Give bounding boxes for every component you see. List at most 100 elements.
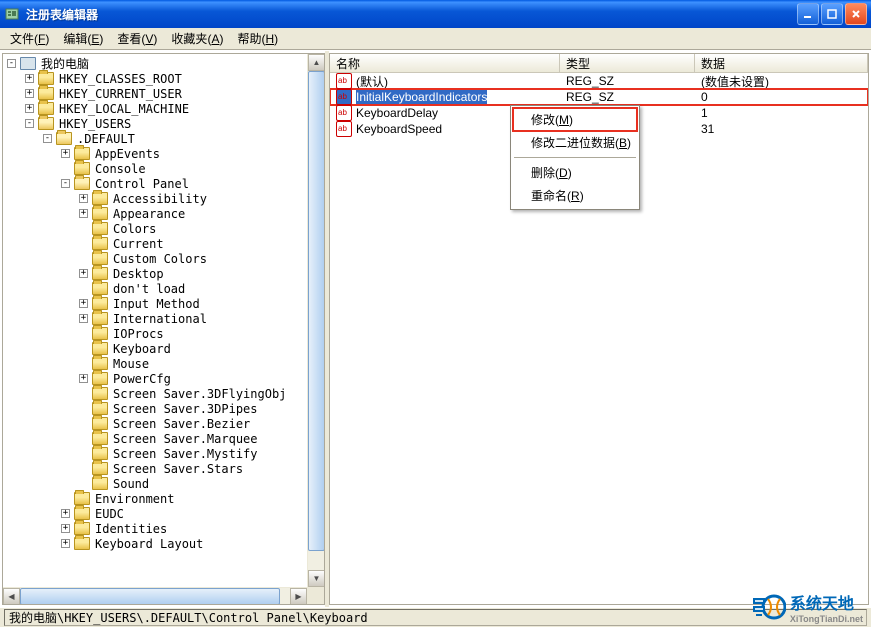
menu-view[interactable]: 查看(V) bbox=[111, 28, 163, 49]
list-pane[interactable]: 名称 类型 数据 (默认)REG_SZ(数值未设置)InitialKeyboar… bbox=[329, 53, 869, 605]
tree-toggle[interactable]: - bbox=[43, 134, 52, 143]
tree-label: Appearance bbox=[111, 207, 187, 221]
window-title: 注册表编辑器 bbox=[26, 6, 797, 23]
folder-icon bbox=[74, 162, 90, 175]
tree-toggle[interactable]: + bbox=[61, 539, 70, 548]
tree-scrollbar-v[interactable]: ▲ ▼ bbox=[307, 54, 324, 587]
col-header-name[interactable]: 名称 bbox=[330, 54, 560, 72]
tree-node-keyboardLayout[interactable]: +Keyboard Layout bbox=[5, 536, 322, 551]
tree-node-ss3dfly[interactable]: Screen Saver.3DFlyingObj bbox=[5, 386, 322, 401]
tree-node-mouse[interactable]: Mouse bbox=[5, 356, 322, 371]
tree-toggle[interactable]: + bbox=[79, 314, 88, 323]
cell-data: 1 bbox=[695, 106, 865, 120]
ctx-delete[interactable]: 删除(D) bbox=[513, 161, 637, 184]
folder-icon bbox=[92, 387, 108, 400]
tree-toggle[interactable]: + bbox=[79, 209, 88, 218]
tree-node-sound[interactable]: Sound bbox=[5, 476, 322, 491]
tree-toggle bbox=[79, 254, 88, 263]
ctx-modify-binary[interactable]: 修改二进位数据(B) bbox=[513, 131, 637, 154]
tree-toggle[interactable]: + bbox=[25, 89, 34, 98]
scroll-left-button[interactable]: ◀ bbox=[3, 588, 20, 605]
tree-node-ss3dpipes[interactable]: Screen Saver.3DPipes bbox=[5, 401, 322, 416]
close-button[interactable] bbox=[845, 3, 867, 25]
folder-icon bbox=[92, 372, 108, 385]
tree-node-appEvents[interactable]: +AppEvents bbox=[5, 146, 322, 161]
tree-node-dontLoad[interactable]: don't load bbox=[5, 281, 322, 296]
tree-toggle[interactable]: + bbox=[61, 524, 70, 533]
menu-edit[interactable]: 编辑(E) bbox=[57, 28, 109, 49]
tree-toggle[interactable]: - bbox=[61, 179, 70, 188]
tree-node-appearance[interactable]: + Appearance bbox=[5, 206, 322, 221]
cell-data: 0 bbox=[695, 90, 865, 104]
tree-node-ssMarquee[interactable]: Screen Saver.Marquee bbox=[5, 431, 322, 446]
scroll-thumb-v[interactable] bbox=[308, 71, 325, 551]
folder-icon bbox=[38, 102, 54, 115]
tree-toggle[interactable]: - bbox=[7, 59, 16, 68]
folder-icon bbox=[92, 237, 108, 250]
tree-pane[interactable]: -我的电脑+HKEY_CLASSES_ROOT+HKEY_CURRENT_USE… bbox=[2, 53, 325, 605]
tree-toggle[interactable]: + bbox=[25, 74, 34, 83]
tree-node-customColors[interactable]: Custom Colors bbox=[5, 251, 322, 266]
menu-favorites[interactable]: 收藏夹(A) bbox=[165, 28, 229, 49]
scroll-thumb-h[interactable] bbox=[20, 588, 280, 605]
tree-node-ioProcs[interactable]: IOProcs bbox=[5, 326, 322, 341]
tree-node-powerCfg[interactable]: +PowerCfg bbox=[5, 371, 322, 386]
tree-toggle[interactable]: + bbox=[79, 269, 88, 278]
ctx-rename[interactable]: 重命名(R) bbox=[513, 184, 637, 207]
tree-node-hkcu[interactable]: +HKEY_CURRENT_USER bbox=[5, 86, 322, 101]
tree-node-colors[interactable]: Colors bbox=[5, 221, 322, 236]
menu-help[interactable]: 帮助(H) bbox=[231, 28, 284, 49]
cell-data: (数值未设置) bbox=[695, 73, 865, 90]
ctx-modify[interactable]: 修改(M) bbox=[513, 108, 637, 131]
tree-toggle bbox=[79, 419, 88, 428]
list-row[interactable]: (默认)REG_SZ(数值未设置) bbox=[330, 73, 868, 89]
col-header-data[interactable]: 数据 bbox=[695, 54, 868, 72]
tree-node-accessibility[interactable]: +Accessibility bbox=[5, 191, 322, 206]
scroll-right-button[interactable]: ▶ bbox=[290, 588, 307, 605]
tree-label: Screen Saver.3DPipes bbox=[111, 402, 260, 416]
tree-node-keyboard[interactable]: Keyboard bbox=[5, 341, 322, 356]
scroll-track-h[interactable] bbox=[20, 588, 290, 604]
tree-node-default[interactable]: -.DEFAULT bbox=[5, 131, 322, 146]
tree-node-ssStars[interactable]: Screen Saver.Stars bbox=[5, 461, 322, 476]
scroll-up-button[interactable]: ▲ bbox=[308, 54, 325, 71]
tree-node-ssBezier[interactable]: Screen Saver.Bezier bbox=[5, 416, 322, 431]
tree-node-hklm[interactable]: +HKEY_LOCAL_MACHINE bbox=[5, 101, 322, 116]
string-value-icon bbox=[336, 73, 352, 89]
folder-icon bbox=[92, 222, 108, 235]
tree-toggle[interactable]: + bbox=[25, 104, 34, 113]
folder-icon bbox=[92, 207, 108, 220]
tree-node-hkcr[interactable]: +HKEY_CLASSES_ROOT bbox=[5, 71, 322, 86]
tree-toggle[interactable]: + bbox=[79, 194, 88, 203]
menu-file[interactable]: 文件(F) bbox=[4, 28, 55, 49]
tree-toggle bbox=[79, 434, 88, 443]
tree-node-controlPanel[interactable]: -Control Panel bbox=[5, 176, 322, 191]
tree-node-hku[interactable]: -HKEY_USERS bbox=[5, 116, 322, 131]
tree-toggle[interactable]: + bbox=[79, 374, 88, 383]
tree-node-environment[interactable]: Environment bbox=[5, 491, 322, 506]
scroll-down-button[interactable]: ▼ bbox=[308, 570, 325, 587]
tree-node-ssMystify[interactable]: Screen Saver.Mystify bbox=[5, 446, 322, 461]
tree-node-root[interactable]: -我的电脑 bbox=[5, 56, 322, 71]
tree-toggle[interactable]: + bbox=[61, 509, 70, 518]
minimize-button[interactable] bbox=[797, 3, 819, 25]
list-row[interactable]: InitialKeyboardIndicatorsREG_SZ0 bbox=[330, 89, 868, 105]
tree-label: don't load bbox=[111, 282, 187, 296]
tree-node-current[interactable]: Current bbox=[5, 236, 322, 251]
tree-node-identities[interactable]: +Identities bbox=[5, 521, 322, 536]
tree-scrollbar-h[interactable]: ◀ ▶ bbox=[3, 587, 307, 604]
col-header-type[interactable]: 类型 bbox=[560, 54, 695, 72]
folder-icon bbox=[92, 357, 108, 370]
tree-toggle[interactable]: - bbox=[25, 119, 34, 128]
tree-toggle[interactable]: + bbox=[79, 299, 88, 308]
tree-toggle[interactable]: + bbox=[61, 149, 70, 158]
tree-node-international[interactable]: +International bbox=[5, 311, 322, 326]
maximize-button[interactable] bbox=[821, 3, 843, 25]
tree-label: Screen Saver.Marquee bbox=[111, 432, 260, 446]
folder-icon bbox=[92, 402, 108, 415]
tree-node-desktop[interactable]: +Desktop bbox=[5, 266, 322, 281]
tree-node-console[interactable]: Console bbox=[5, 161, 322, 176]
tree-node-eudc[interactable]: +EUDC bbox=[5, 506, 322, 521]
folder-icon bbox=[74, 147, 90, 160]
tree-node-inputMethod[interactable]: +Input Method bbox=[5, 296, 322, 311]
